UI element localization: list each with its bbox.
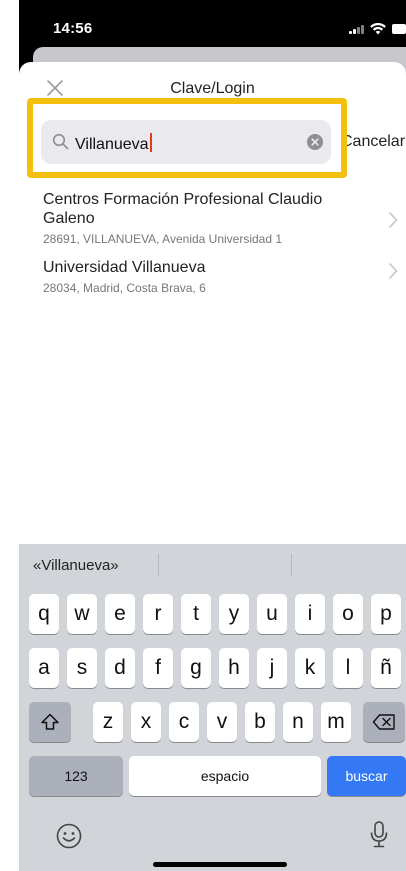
sheet-title: Clave/Login <box>170 80 255 97</box>
key-x[interactable]: x <box>131 702 161 742</box>
text-caret <box>149 133 152 152</box>
key-f[interactable]: f <box>143 648 173 688</box>
sheet-header: Clave/Login <box>19 62 406 114</box>
backspace-icon <box>372 714 395 730</box>
backspace-key[interactable] <box>363 702 405 742</box>
key-k[interactable]: k <box>295 648 325 688</box>
search-key[interactable]: buscar <box>327 756 406 796</box>
status-icons <box>349 23 406 35</box>
key-q[interactable]: q <box>29 594 59 634</box>
phone-screen: 14:56 Clave/Login Villanueva Cancelar Ce… <box>19 0 406 871</box>
suggestion-divider <box>291 554 292 576</box>
key-j[interactable]: j <box>257 648 287 688</box>
emoji-icon[interactable] <box>55 822 83 850</box>
status-time: 14:56 <box>53 20 93 37</box>
result-address: 28691, VILLANUEVA, Avenida Universidad 1 <box>43 232 283 246</box>
battery-icon <box>392 24 406 34</box>
numbers-key[interactable]: 123 <box>29 756 123 796</box>
key-t[interactable]: t <box>181 594 211 634</box>
key-n-tilde[interactable]: ñ <box>371 648 401 688</box>
key-i[interactable]: i <box>295 594 325 634</box>
key-v[interactable]: v <box>207 702 237 742</box>
chevron-right-icon <box>388 262 398 280</box>
wifi-icon <box>370 23 386 35</box>
search-input[interactable]: Villanueva <box>41 120 331 164</box>
status-bar: 14:56 <box>19 0 406 52</box>
home-indicator <box>153 862 287 867</box>
key-a[interactable]: a <box>29 648 59 688</box>
key-m[interactable]: m <box>321 702 351 742</box>
shift-icon <box>41 713 59 730</box>
result-name: Universidad Villanueva <box>43 259 206 276</box>
chevron-right-icon <box>388 211 398 229</box>
key-w[interactable]: w <box>67 594 97 634</box>
key-g[interactable]: g <box>181 648 211 688</box>
result-item[interactable]: Centros Formación Profesional Claudio Ga… <box>19 190 406 258</box>
search-text: Villanueva <box>75 136 149 153</box>
search-icon <box>52 133 69 150</box>
key-o[interactable]: o <box>333 594 363 634</box>
key-e[interactable]: e <box>105 594 135 634</box>
key-s[interactable]: s <box>67 648 97 688</box>
key-y[interactable]: y <box>219 594 249 634</box>
suggestion-divider <box>158 554 159 576</box>
key-z[interactable]: z <box>93 702 123 742</box>
key-b[interactable]: b <box>245 702 275 742</box>
key-c[interactable]: c <box>169 702 199 742</box>
microphone-icon[interactable] <box>369 820 389 850</box>
keyboard: «Villanueva» q w e r t y u i o p a s d f… <box>19 544 406 871</box>
key-d[interactable]: d <box>105 648 135 688</box>
key-h[interactable]: h <box>219 648 249 688</box>
result-name: Centros Formación Profesional Claudio Ga… <box>43 191 323 227</box>
suggestion-item[interactable]: «Villanueva» <box>33 557 119 574</box>
signal-icon <box>349 24 364 34</box>
results-list: Centros Formación Profesional Claudio Ga… <box>19 190 406 318</box>
search-value: Villanueva <box>75 133 152 154</box>
shift-key[interactable] <box>29 702 71 742</box>
suggestion-bar: «Villanueva» <box>19 544 406 586</box>
clear-search-icon[interactable] <box>307 134 323 150</box>
key-r[interactable]: r <box>143 594 173 634</box>
login-sheet: Clave/Login Villanueva Cancelar Centros … <box>19 62 406 871</box>
key-u[interactable]: u <box>257 594 287 634</box>
space-key[interactable]: espacio <box>129 756 321 796</box>
key-n[interactable]: n <box>283 702 313 742</box>
key-l[interactable]: l <box>333 648 363 688</box>
result-address: 28034, Madrid, Costa Brava, 6 <box>43 281 206 295</box>
search-row: Villanueva Cancelar <box>19 116 406 172</box>
key-p[interactable]: p <box>371 594 401 634</box>
result-item[interactable]: Universidad Villanueva 28034, Madrid, Co… <box>19 258 406 318</box>
cancel-button[interactable]: Cancelar <box>341 133 405 151</box>
